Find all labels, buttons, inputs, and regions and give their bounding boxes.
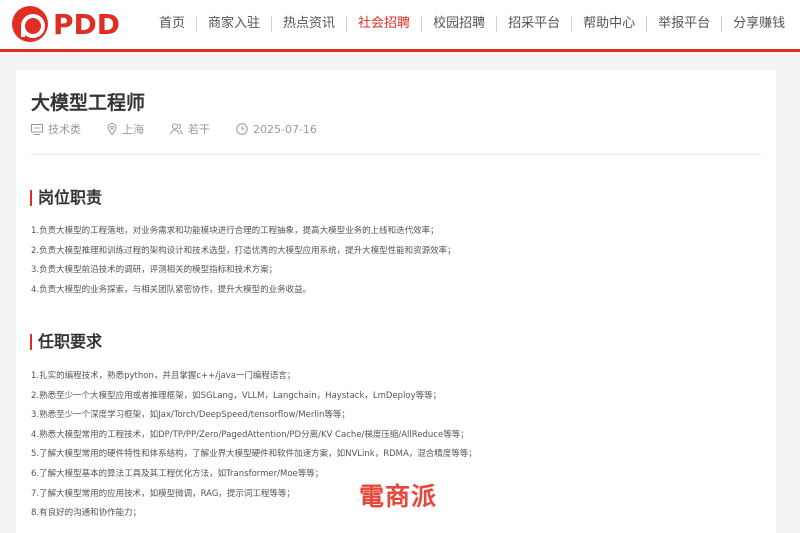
nav-item-campus-recruit[interactable]: 校园招聘 <box>422 16 498 32</box>
clock-icon <box>236 123 248 135</box>
logo-text: PDD <box>53 7 121 41</box>
list-item: 4.负责大模型的业务探索，与相关团队紧密协作，提升大模型的业务收益。 <box>31 284 312 295</box>
pdd-logo[interactable]: PDD <box>12 4 120 44</box>
job-detail-card: 大模型工程师 技术类 上海 若干 2025-07-16 岗位职责 1.负责大模型… <box>16 70 776 533</box>
logo-mark-icon <box>12 6 48 42</box>
nav-item-social-recruit[interactable]: 社会招聘 <box>347 16 423 32</box>
list-item: 2.熟悉至少一个大模型应用或者推理框架，如SGLang，VLLM，Langcha… <box>31 390 442 401</box>
list-item: 5.了解大模型常用的硬件特性和体系结构，了解业界大模型硬件和软件加速方案，如NV… <box>31 449 477 460</box>
nav-item-procurement[interactable]: 招采平台 <box>497 16 573 32</box>
people-icon <box>170 123 183 135</box>
nav-item-help[interactable]: 帮助中心 <box>572 16 648 32</box>
main-nav: 首页 商家入驻 热点资讯 社会招聘 校园招聘 招采平台 帮助中心 举报平台 分享… <box>148 14 796 34</box>
nav-item-share[interactable]: 分享赚钱 <box>722 16 796 32</box>
meta-headcount: 若干 <box>170 121 210 137</box>
job-location: 上海 <box>122 123 144 136</box>
list-item: 1.扎实的编程技术，熟悉python，并且掌握c++/java一门编程语言； <box>31 371 296 381</box>
monitor-icon <box>31 123 43 135</box>
list-item: 3.负责大模型前沿技术的调研，评测相关的模型指标和技术方案； <box>31 265 278 276</box>
list-item: 2.负责大模型推理和训练过程的架构设计和技术选型，打造优秀的大模型应用系统，提升… <box>31 245 456 256</box>
list-item: 1.负责大模型的工程落地，对业务需求和功能模块进行合理的工程抽象，提高大模型业务… <box>31 226 439 236</box>
nav-item-report[interactable]: 举报平台 <box>647 16 723 32</box>
divider <box>31 154 761 155</box>
meta-category: 技术类 <box>31 121 81 137</box>
meta-location: 上海 <box>107 121 144 137</box>
list-item: 3.熟悉至少一个深度学习框架，如Jax/Torch/DeepSpeed/tens… <box>31 410 350 421</box>
site-header: PDD 首页 商家入驻 热点资讯 社会招聘 校园招聘 招采平台 帮助中心 举报平… <box>0 0 800 52</box>
job-title: 大模型工程师 <box>31 92 146 114</box>
responsibilities-list: 1.负责大模型的工程落地，对业务需求和功能模块进行合理的工程抽象，提高大模型业务… <box>31 222 761 300</box>
location-pin-icon <box>107 123 117 135</box>
nav-item-merchant[interactable]: 商家入驻 <box>197 16 273 32</box>
watermark-logo: 電商派 <box>350 478 446 512</box>
section-title-requirements: 任职要求 <box>30 334 102 350</box>
job-date: 2025-07-16 <box>253 122 317 136</box>
job-headcount: 若干 <box>188 123 210 136</box>
list-item: 4.熟悉大模型常用的工程技术，如DP/TP/PP/Zero/PagedAtten… <box>31 429 469 440</box>
meta-date: 2025-07-16 <box>236 123 317 136</box>
job-category: 技术类 <box>48 123 81 136</box>
nav-item-home[interactable]: 首页 <box>148 16 198 32</box>
section-title-responsibilities: 岗位职责 <box>30 190 102 206</box>
job-meta: 技术类 上海 若干 2025-07-16 <box>31 121 343 137</box>
nav-item-news[interactable]: 热点资讯 <box>272 16 348 32</box>
